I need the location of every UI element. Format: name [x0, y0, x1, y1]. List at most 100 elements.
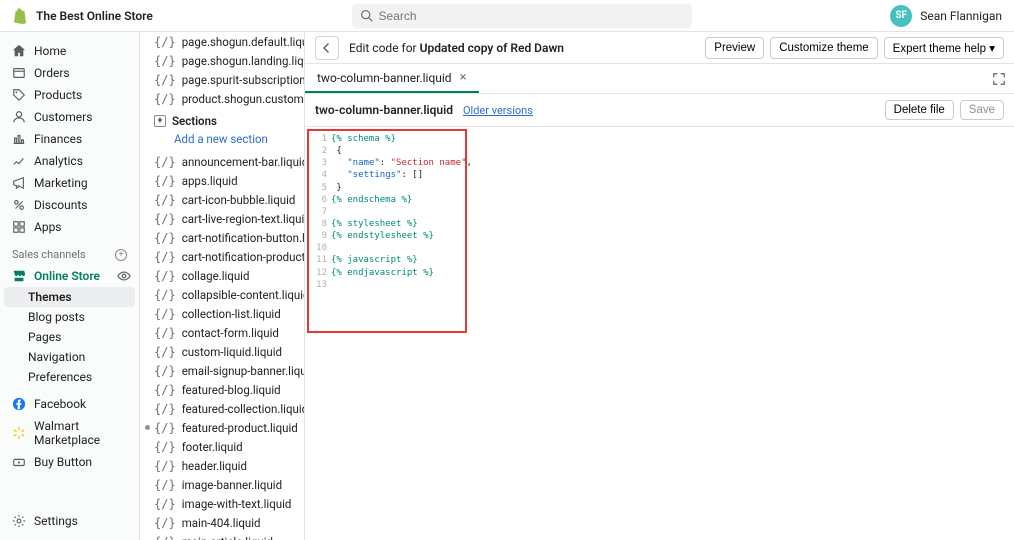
older-versions-link[interactable]: Older versions	[463, 104, 533, 117]
liquid-file-icon: {/}	[154, 516, 176, 530]
liquid-file-icon: {/}	[154, 478, 176, 492]
sidebar-sub-navigation[interactable]: Navigation	[0, 347, 139, 367]
preview-button[interactable]: Preview	[705, 37, 764, 59]
file-item[interactable]: {/}main-404.liquid	[140, 513, 304, 532]
liquid-file-icon: {/}	[154, 535, 176, 540]
products-icon	[12, 88, 26, 102]
sidebar-item-analytics[interactable]: Analytics	[0, 150, 139, 172]
liquid-file-icon: {/}	[154, 497, 176, 511]
sidebar-item-customers[interactable]: Customers	[0, 106, 139, 128]
file-item[interactable]: {/}featured-product.liquid	[140, 418, 304, 437]
add-new-section[interactable]: Add a new section	[160, 130, 304, 152]
file-item[interactable]: {/}email-signup-banner.liquid	[140, 361, 304, 380]
file-item[interactable]: {/}collage.liquid	[140, 266, 304, 285]
liquid-file-icon: {/}	[154, 92, 176, 106]
user-menu[interactable]: SF Sean Flannigan	[890, 5, 1002, 27]
liquid-file-icon: {/}	[154, 307, 176, 321]
liquid-file-icon: {/}	[154, 364, 176, 378]
file-item[interactable]: {/}image-with-text.liquid	[140, 494, 304, 513]
finances-icon	[12, 132, 26, 146]
sidebar-sub-blog-posts[interactable]: Blog posts	[0, 307, 139, 327]
liquid-file-icon: {/}	[154, 288, 176, 302]
sidebar-sub-preferences[interactable]: Preferences	[0, 367, 139, 387]
liquid-file-icon: {/}	[154, 35, 176, 49]
expand-icon[interactable]	[992, 72, 1006, 86]
topbar: The Best Online Store SF Sean Flannigan	[0, 0, 1014, 32]
eye-icon[interactable]	[117, 269, 131, 283]
settings-link[interactable]: Settings	[0, 510, 139, 532]
primary-nav: HomeOrdersProductsCustomersFinancesAnaly…	[0, 32, 140, 540]
liquid-file-icon: {/}	[154, 231, 176, 245]
sidebar-item-finances[interactable]: Finances	[0, 128, 139, 150]
file-item[interactable]: {/}featured-collection.liquid	[140, 399, 304, 418]
avatar: SF	[890, 5, 912, 27]
file-item[interactable]: {/}collection-list.liquid	[140, 304, 304, 323]
file-item[interactable]: {/}product.shogun.custom.liquid	[140, 89, 304, 108]
marketing-icon	[12, 176, 26, 190]
save-button[interactable]: Save	[960, 100, 1004, 120]
shopify-logo-icon	[12, 8, 28, 24]
liquid-file-icon: {/}	[154, 193, 176, 207]
discounts-icon	[12, 198, 26, 212]
file-item[interactable]: {/}page.spurit-subscriptions.liquid	[140, 70, 304, 89]
sidebar-item-online-store[interactable]: Online Store	[0, 265, 139, 287]
sidebar-item-buy-button[interactable]: Buy Button	[0, 451, 139, 473]
sidebar-item-products[interactable]: Products	[0, 84, 139, 106]
file-item[interactable]: {/}collapsible-content.liquid	[140, 285, 304, 304]
liquid-file-icon: {/}	[154, 174, 176, 188]
buybutton-icon	[12, 455, 26, 469]
back-button[interactable]	[315, 36, 339, 60]
sidebar-item-walmart-marketplace[interactable]: Walmart Marketplace	[0, 415, 139, 451]
liquid-file-icon: {/}	[154, 459, 176, 473]
file-item[interactable]: {/}cart-notification-button.liquid	[140, 228, 304, 247]
chevron-down-icon: ▾	[989, 43, 995, 55]
file-item[interactable]: {/}announcement-bar.liquid	[140, 152, 304, 171]
sidebar-sub-pages[interactable]: Pages	[0, 327, 139, 347]
file-name-label: two-column-banner.liquid	[315, 103, 453, 117]
file-item[interactable]: {/}cart-live-region-text.liquid	[140, 209, 304, 228]
code-content[interactable]: 1{% schema %}2 {3 "name": "Section name"…	[307, 129, 467, 333]
sidebar-item-orders[interactable]: Orders	[0, 62, 139, 84]
file-item[interactable]: {/}page.shogun.landing.liquid	[140, 51, 304, 70]
file-item[interactable]: {/}contact-form.liquid	[140, 323, 304, 342]
sidebar-item-marketing[interactable]: Marketing	[0, 172, 139, 194]
facebook-icon	[12, 397, 26, 411]
sidebar-sub-themes[interactable]: Themes	[4, 287, 135, 307]
store-icon	[12, 269, 26, 283]
add-channel-icon[interactable]: +	[115, 249, 127, 261]
sidebar-item-facebook[interactable]: Facebook	[0, 393, 139, 415]
liquid-file-icon: {/}	[154, 345, 176, 359]
file-item[interactable]: {/}cart-notification-product.liquid	[140, 247, 304, 266]
sidebar-item-apps[interactable]: Apps	[0, 216, 139, 238]
customize-theme-button[interactable]: Customize theme	[770, 37, 877, 59]
editor-tab[interactable]: two-column-banner.liquid ×	[305, 64, 479, 93]
expert-help-button[interactable]: Expert theme help ▾	[884, 37, 1004, 59]
sidebar-item-discounts[interactable]: Discounts	[0, 194, 139, 216]
sidebar-item-home[interactable]: Home	[0, 40, 139, 62]
search-icon	[360, 9, 373, 22]
liquid-file-icon: {/}	[154, 73, 176, 87]
file-item[interactable]: {/}header.liquid	[140, 456, 304, 475]
file-item[interactable]: {/}main-article.liquid	[140, 532, 304, 540]
customers-icon	[12, 110, 26, 124]
file-item[interactable]: {/}custom-liquid.liquid	[140, 342, 304, 361]
add-icon: +	[154, 115, 166, 127]
sections-header[interactable]: + Sections	[140, 108, 304, 130]
search-input[interactable]	[352, 4, 692, 28]
delete-file-button[interactable]: Delete file	[885, 100, 954, 120]
file-item[interactable]: {/}image-banner.liquid	[140, 475, 304, 494]
home-icon	[12, 44, 26, 58]
sales-channels-header: Sales channels +	[0, 238, 139, 265]
file-item[interactable]: {/}cart-icon-bubble.liquid	[140, 190, 304, 209]
walmart-icon	[12, 426, 26, 440]
arrow-left-icon	[321, 42, 333, 54]
file-item[interactable]: {/}footer.liquid	[140, 437, 304, 456]
file-item[interactable]: {/}featured-blog.liquid	[140, 380, 304, 399]
liquid-file-icon: {/}	[154, 402, 176, 416]
code-editor: Edit code for Updated copy of Red Dawn P…	[305, 32, 1014, 540]
file-item[interactable]: {/}page.shogun.default.liquid	[140, 32, 304, 51]
file-item[interactable]: {/}apps.liquid	[140, 171, 304, 190]
liquid-file-icon: {/}	[154, 383, 176, 397]
liquid-file-icon: {/}	[154, 269, 176, 283]
close-icon[interactable]: ×	[460, 70, 467, 85]
